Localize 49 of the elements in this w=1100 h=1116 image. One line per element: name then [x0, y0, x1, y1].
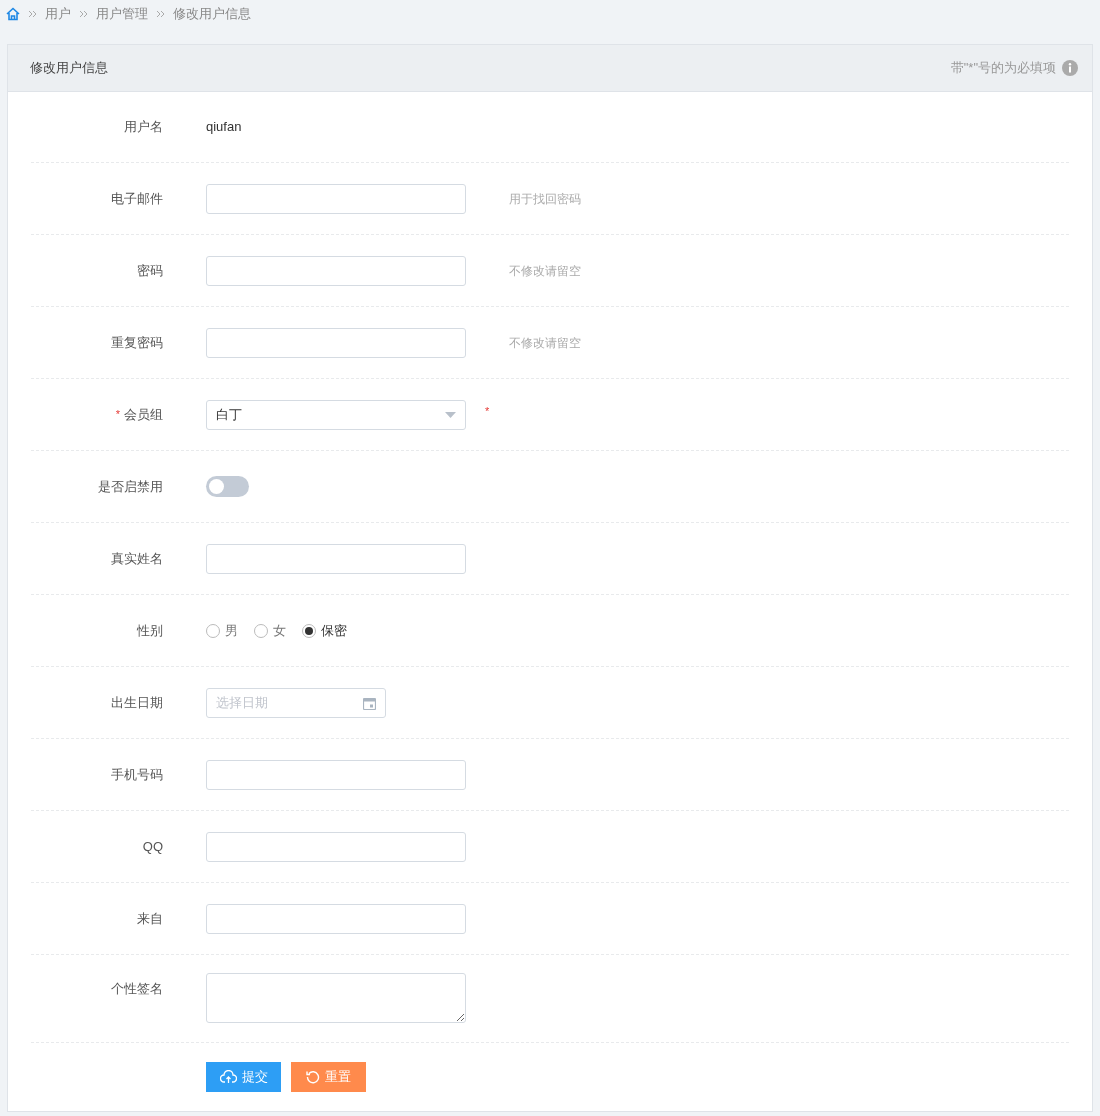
- breadcrumb-link[interactable]: 用户管理: [96, 4, 148, 24]
- dropdown[interactable]: 白丁: [206, 399, 466, 430]
- required-mark: *: [485, 404, 490, 420]
- breadcrumb-link[interactable]: 用户: [45, 4, 71, 24]
- info-icon: [1062, 60, 1078, 76]
- radio-option[interactable]: 男: [206, 620, 238, 641]
- chevron-icon: [28, 10, 37, 18]
- field-label: 重复密码: [111, 333, 163, 352]
- field-label: 性别: [137, 621, 163, 640]
- field-hint: 不修改请留空: [509, 334, 581, 352]
- date-field[interactable]: 选择日期: [206, 687, 386, 718]
- input-field[interactable]: [206, 543, 466, 574]
- field-label: 电子邮件: [111, 189, 163, 208]
- field-label: 密码: [137, 261, 163, 280]
- input-field[interactable]: [206, 903, 466, 934]
- field-label: 出生日期: [111, 693, 163, 712]
- field-label: 真实姓名: [111, 549, 163, 568]
- required-mark: *: [115, 407, 120, 423]
- input-field[interactable]: [206, 183, 466, 214]
- chevron-icon: [79, 10, 88, 18]
- field-hint: 不修改请留空: [509, 262, 581, 280]
- calendar-icon: [363, 696, 376, 710]
- field-label: QQ: [142, 837, 163, 856]
- breadcrumb-link[interactable]: 修改用户信息: [173, 4, 251, 24]
- field-hint: 用于找回密码: [509, 190, 581, 208]
- home-icon[interactable]: [6, 7, 20, 21]
- field-label: 个性签名: [111, 980, 163, 998]
- field-label: 是否启禁用: [98, 477, 163, 496]
- submit-button[interactable]: 提交: [206, 1062, 281, 1092]
- radio-option[interactable]: 女: [254, 620, 286, 641]
- text-area[interactable]: [206, 973, 466, 1023]
- input-field[interactable]: [206, 831, 466, 862]
- radio-option[interactable]: 保密: [302, 620, 347, 641]
- field-label: 手机号码: [111, 765, 163, 784]
- cloud-upload-icon: [219, 1070, 237, 1084]
- caret-icon: [445, 411, 456, 418]
- input-field[interactable]: [206, 759, 466, 790]
- field-label: 会员组: [124, 405, 163, 424]
- panel-title: 修改用户信息: [30, 59, 108, 78]
- input-field[interactable]: [206, 255, 466, 286]
- field-value: qiufan: [206, 118, 242, 137]
- chevron-icon: [156, 10, 165, 18]
- field-label: 用户名: [124, 118, 163, 137]
- reset-button[interactable]: 重置: [291, 1062, 366, 1092]
- required-note: 带"*"号的为必填项: [950, 59, 1056, 78]
- refresh-icon: [306, 1070, 320, 1084]
- input-field[interactable]: [206, 327, 466, 358]
- field-label: 来自: [137, 909, 163, 928]
- toggle-switch[interactable]: [206, 476, 249, 497]
